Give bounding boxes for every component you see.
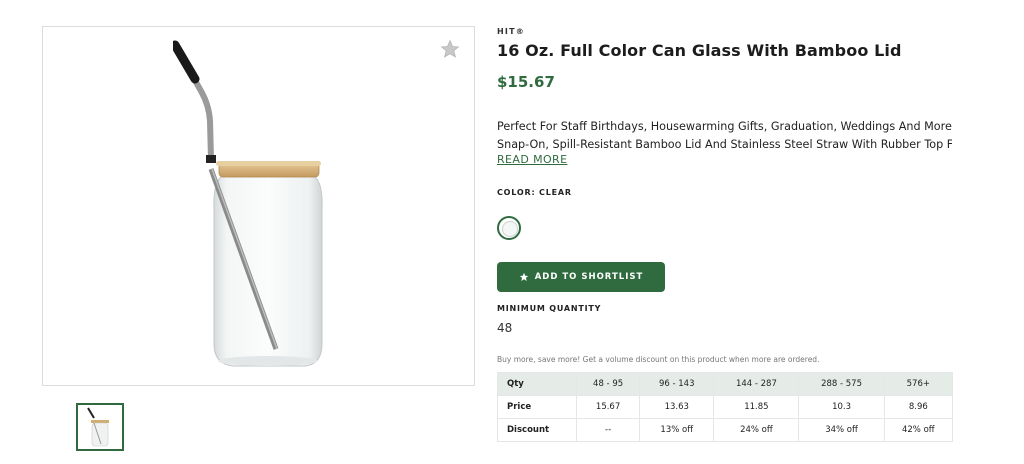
table-header-cell: 96 - 143 <box>639 372 715 396</box>
discount-cell: -- <box>575 418 641 442</box>
price-cell: 10.3 <box>798 395 885 419</box>
price-cell: 11.85 <box>713 395 800 419</box>
description-line-1: Perfect For Staff Birthdays, Housewarmin… <box>497 120 952 133</box>
add-to-shortlist-button[interactable]: ADD TO SHORTLIST <box>497 262 665 292</box>
description-line-2: Snap-On, Spill-Resistant Bamboo Lid And … <box>497 138 952 151</box>
discount-cell: 34% off <box>798 418 885 442</box>
read-more-link[interactable]: READ MORE <box>497 153 567 166</box>
discount-cell: 13% off <box>639 418 715 442</box>
product-title: 16 Oz. Full Color Can Glass With Bamboo … <box>497 41 902 60</box>
price-cell: 13.63 <box>639 395 715 419</box>
star-icon <box>519 272 528 281</box>
discount-cell: 24% off <box>713 418 800 442</box>
table-header-cell: 144 - 287 <box>713 372 800 396</box>
discount-row: Discount -- 13% off 24% off 34% off 42% … <box>497 418 954 442</box>
table-header-qty: Qty <box>497 372 577 396</box>
table-header-cell: 288 - 575 <box>798 372 885 396</box>
add-to-shortlist-label: ADD TO SHORTLIST <box>534 272 644 282</box>
table-header-cell: 576+ <box>883 372 954 396</box>
favorite-star-icon[interactable] <box>440 39 460 59</box>
minimum-quantity-value: 48 <box>497 321 513 335</box>
product-description: Perfect For Staff Birthdays, Housewarmin… <box>497 118 952 154</box>
thumbnail-glass-icon <box>87 407 109 447</box>
product-image-panel <box>42 26 475 386</box>
discount-row-label: Discount <box>497 418 577 442</box>
product-price: $15.67 <box>497 73 555 91</box>
thumbnail-image[interactable] <box>76 403 124 451</box>
product-image <box>173 40 323 367</box>
color-label: COLOR: CLEAR <box>497 188 572 197</box>
price-cell: 8.96 <box>883 395 954 419</box>
volume-discount-note: Buy more, save more! Get a volume discou… <box>497 355 820 364</box>
table-header-cell: 48 - 95 <box>575 372 641 396</box>
price-cell: 15.67 <box>575 395 641 419</box>
pricing-header-row: Qty 48 - 95 96 - 143 144 - 287 288 - 575… <box>497 372 954 396</box>
brand-name: HIT® <box>497 27 525 36</box>
pricing-table: Qty 48 - 95 96 - 143 144 - 287 288 - 575… <box>497 372 954 442</box>
price-row-label: Price <box>497 395 577 419</box>
discount-cell: 42% off <box>883 418 954 442</box>
minimum-quantity-label: MINIMUM QUANTITY <box>497 304 602 313</box>
price-row: Price 15.67 13.63 11.85 10.3 8.96 <box>497 395 954 419</box>
color-swatch-clear[interactable] <box>497 216 521 240</box>
